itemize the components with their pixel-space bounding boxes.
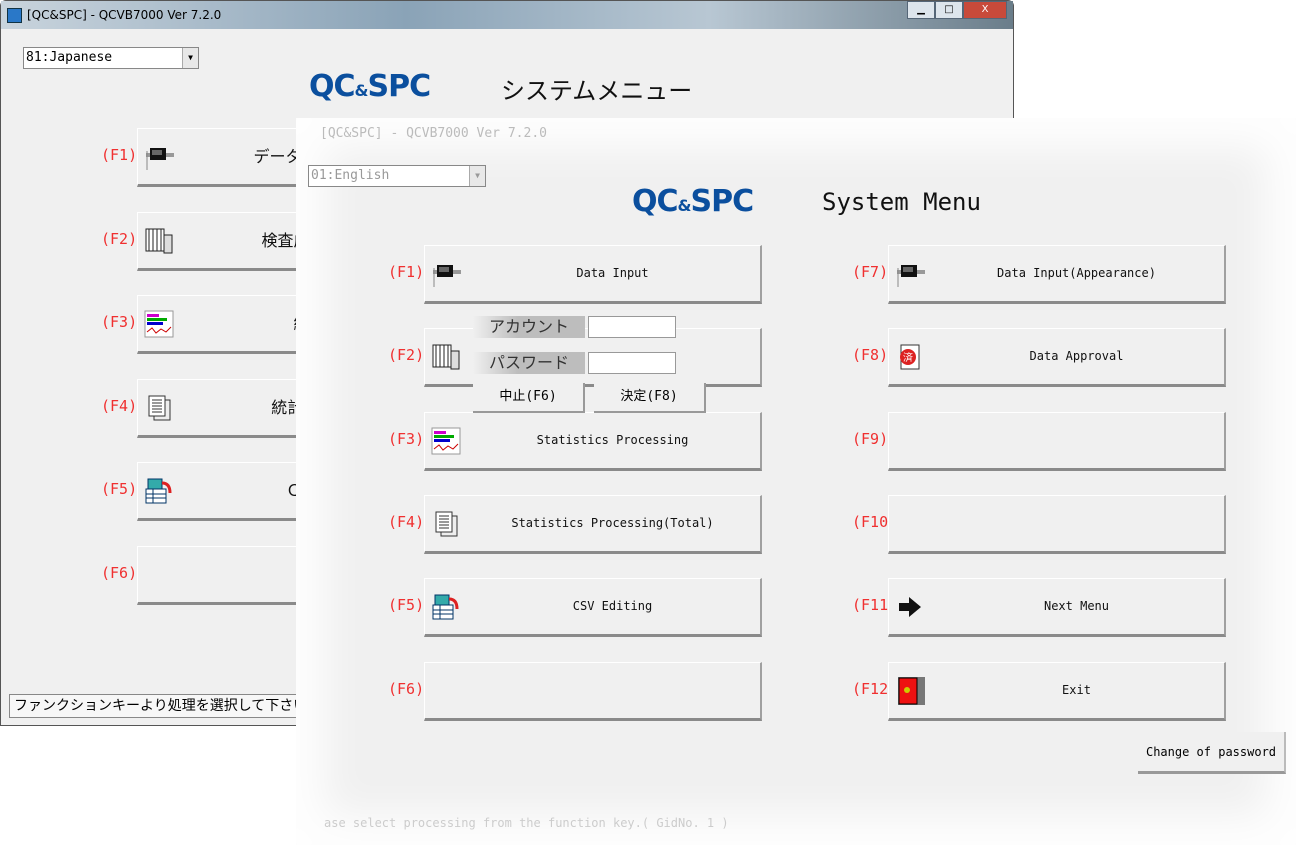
chart-icon — [431, 427, 461, 455]
documents-icon — [431, 510, 461, 538]
chart-icon — [144, 310, 174, 338]
menu-button-label: Exit — [1062, 682, 1091, 697]
english-menu-window: [QC&SPC] - QCVB7000 Ver 7.2.0 01:English… — [296, 118, 1296, 845]
report-icon — [431, 343, 461, 371]
status-bar: ase select processing from the function … — [324, 816, 729, 830]
account-label: アカウント — [473, 316, 585, 338]
function-key-label: (F8) — [852, 346, 889, 365]
menu-button-label: Data Input(Appearance) — [997, 266, 1156, 280]
title-bar: [QC&SPC] - QCVB7000 Ver 7.2.0 ▁ □ X — [1, 1, 1013, 29]
page-title: システムメニュー — [501, 77, 693, 105]
language-select[interactable]: 01:English ▼ — [308, 165, 486, 187]
function-key-label: (F3) — [101, 313, 138, 331]
function-key-label: (F1) — [101, 146, 138, 164]
function-key-label: (F2) — [388, 346, 425, 365]
caliper-icon — [895, 260, 925, 288]
function-key-label: (F6) — [388, 679, 425, 698]
menu-button-label: Next Menu — [1043, 599, 1110, 614]
menu-button-f3[interactable]: Statistics Processing — [424, 411, 762, 471]
svg-text:済: 済 — [903, 351, 913, 364]
function-key-label: (F4) — [101, 396, 138, 415]
report-icon — [144, 227, 174, 255]
function-key-label: (F1) — [388, 263, 425, 281]
menu-button-label: Statistics Processing — [536, 432, 689, 447]
close-button[interactable]: X — [963, 1, 1007, 19]
exit-door-icon — [895, 676, 926, 705]
language-select[interactable]: 81:Japanese ▼ — [23, 47, 199, 69]
caliper-icon — [144, 143, 174, 171]
qcspc-logo: QC&SPC — [309, 69, 431, 104]
function-key-label: (F6) — [101, 563, 138, 582]
password-label: パスワード — [473, 352, 585, 374]
csv-icon — [431, 593, 461, 621]
chevron-down-icon[interactable]: ▼ — [469, 166, 485, 186]
caliper-icon — [431, 260, 461, 288]
change-password-button[interactable]: Change of password — [1138, 732, 1286, 774]
password-input[interactable] — [588, 352, 676, 374]
menu-button-f8[interactable]: 済 Data Approval — [888, 328, 1226, 388]
function-key-label: (F5) — [101, 480, 138, 498]
menu-button-f6[interactable] — [424, 661, 762, 721]
function-key-label: (F4) — [388, 512, 425, 531]
menu-button-f10[interactable] — [888, 494, 1226, 554]
account-input[interactable] — [588, 316, 676, 338]
arrow-right-icon — [895, 593, 925, 621]
menu-button-label: Statistics Processing(Total) — [511, 515, 714, 530]
menu-button-f12[interactable]: Exit — [888, 661, 1226, 721]
menu-button-f5[interactable]: CSV Editing — [424, 578, 762, 638]
function-key-label: (F9) — [852, 429, 889, 448]
language-value: 01:English — [311, 168, 390, 183]
ok-button[interactable]: 決定(F8) — [594, 383, 706, 413]
function-key-label: (F2) — [101, 229, 138, 248]
maximize-button[interactable]: □ — [935, 1, 963, 19]
menu-button-f4[interactable]: Statistics Processing(Total) — [424, 494, 762, 554]
language-value: 81:Japanese — [26, 50, 113, 65]
menu-button-f7[interactable]: Data Input(Appearance) — [888, 245, 1226, 304]
menu-button-f1[interactable]: Data Input — [424, 245, 762, 304]
page-title: System Menu — [822, 188, 981, 216]
csv-icon — [144, 477, 174, 505]
menu-button-label: Data Approval — [1029, 349, 1124, 364]
minimize-button[interactable]: ▁ — [907, 1, 935, 19]
ghost-title: [QC&SPC] - QCVB7000 Ver 7.2.0 — [320, 126, 547, 141]
window-title: [QC&SPC] - QCVB7000 Ver 7.2.0 — [27, 8, 222, 22]
app-icon — [7, 8, 22, 23]
function-key-label: (F7) — [852, 263, 889, 281]
function-key-label: (F3) — [388, 429, 425, 448]
qcspc-logo: QC&SPC — [632, 184, 754, 219]
menu-button-label: Data Input — [576, 266, 649, 280]
approval-icon: 済 — [895, 343, 925, 371]
documents-icon — [144, 394, 174, 422]
function-key-label: (F5) — [388, 596, 425, 615]
chevron-down-icon[interactable]: ▼ — [182, 48, 198, 68]
cancel-button[interactable]: 中止(F6) — [473, 383, 585, 413]
menu-button-label: CSV Editing — [572, 599, 653, 614]
menu-button-f9[interactable] — [888, 411, 1226, 471]
menu-button-f11[interactable]: Next Menu — [888, 578, 1226, 638]
